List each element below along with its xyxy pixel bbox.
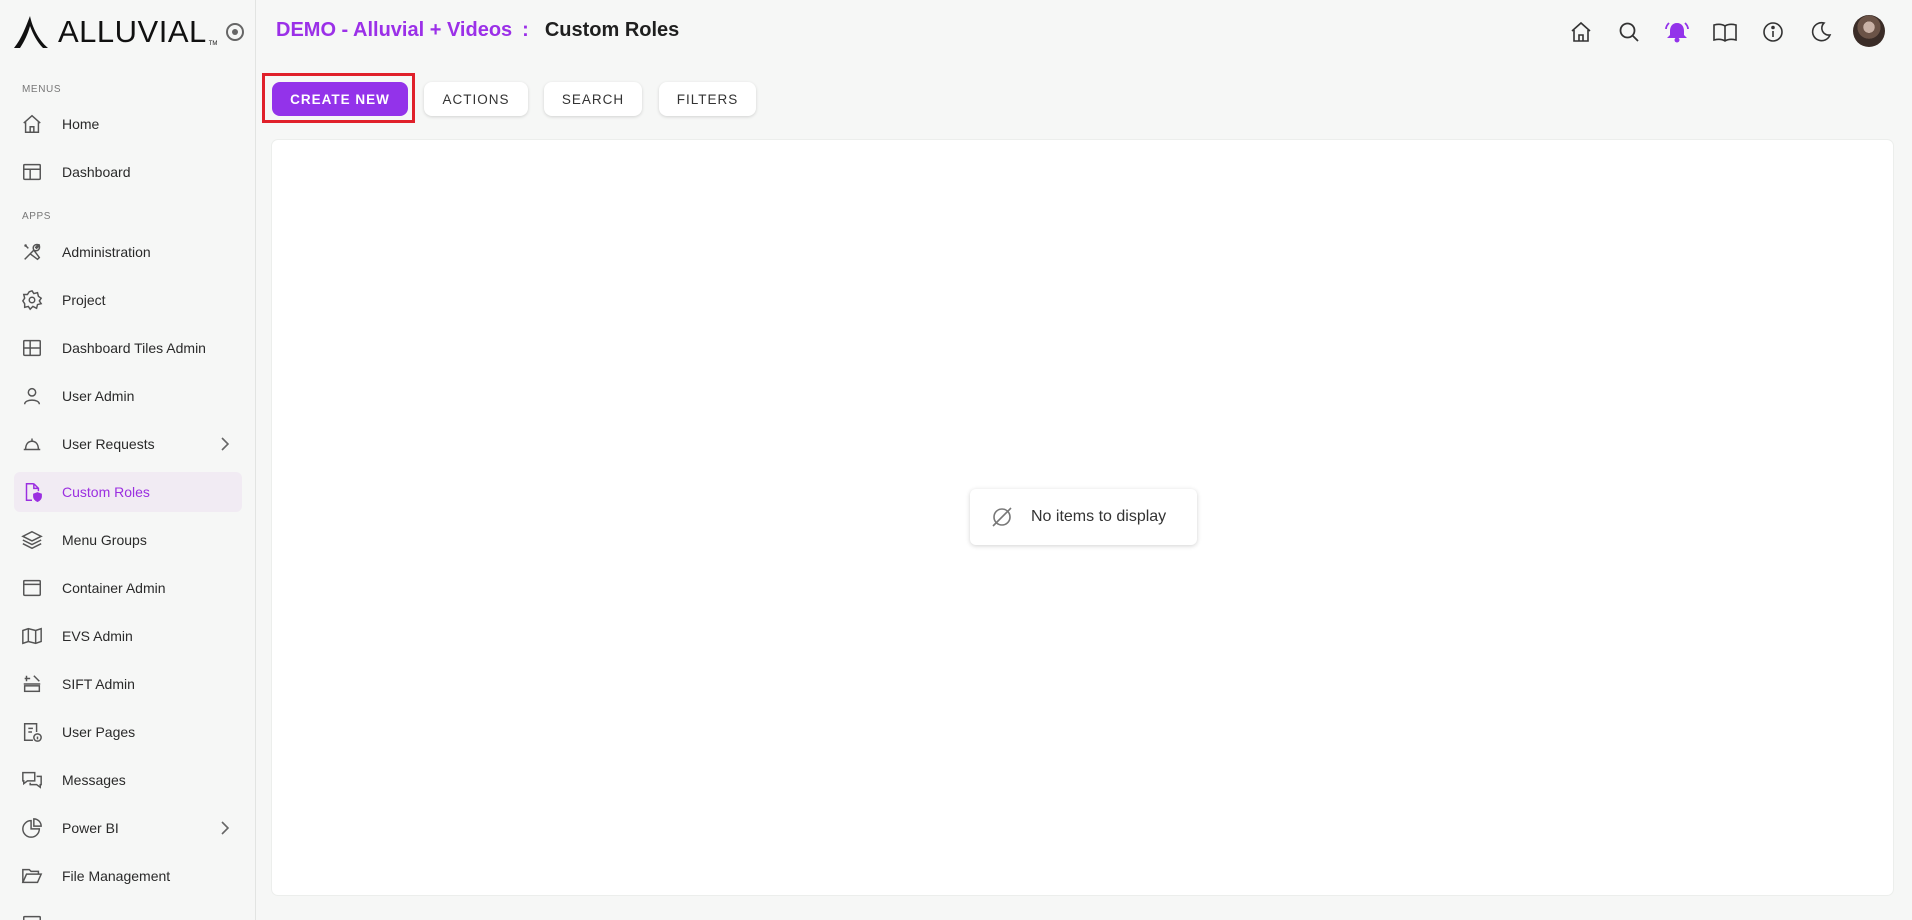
sidebar-item-container-admin[interactable]: Container Admin: [14, 568, 242, 608]
sidebar-item-label: Project: [62, 292, 106, 308]
sidebar-item-file-management[interactable]: File Management: [14, 856, 242, 896]
sidebar-item-dashboard[interactable]: Dashboard: [14, 152, 242, 192]
grid-icon: [21, 337, 43, 359]
page-info-icon: [21, 721, 43, 743]
sidebar-item-user-pages[interactable]: User Pages: [14, 712, 242, 752]
info-icon[interactable]: [1759, 18, 1787, 46]
notification-bell-icon[interactable]: [1663, 18, 1691, 46]
window-icon: [21, 577, 43, 599]
sidebar-item-label: User Admin: [62, 388, 135, 404]
sidebar-item-project[interactable]: Project: [14, 280, 242, 320]
section-label-apps: APPS: [22, 211, 52, 222]
sidebar-item-label: File Management: [62, 868, 171, 884]
highlight-annotation: [262, 73, 415, 123]
empty-state-message: No items to display: [1031, 508, 1167, 525]
map-icon: [21, 625, 43, 647]
chevron-right-icon: [218, 436, 232, 457]
sidebar-item-label: Power BI: [62, 820, 119, 836]
sidebar-item-power-bi[interactable]: Power BI: [14, 808, 242, 848]
filters-button[interactable]: FILTERS: [659, 82, 756, 116]
sidebar-item-label: EVS Admin: [62, 628, 133, 644]
empty-set-icon: [990, 505, 1014, 529]
dashboard-icon: [21, 161, 43, 183]
empty-state: No items to display: [970, 489, 1197, 545]
search-icon[interactable]: [1615, 18, 1643, 46]
file-shield-icon: [21, 481, 43, 503]
alluvial-logo-icon: [14, 16, 48, 48]
chevron-right-icon: [218, 820, 232, 841]
sidebar-item-label: Menu Groups: [62, 532, 147, 548]
sidebar-item-label: Container Admin: [62, 580, 166, 596]
dark-mode-moon-icon[interactable]: [1807, 18, 1835, 46]
sidebar-item-evs-admin[interactable]: EVS Admin: [14, 616, 242, 656]
bell-service-icon: [21, 433, 43, 455]
pie-chart-icon: [21, 817, 43, 839]
sidebar: ALLUVIAL TM MENUS Home Dashboard APPS Ad…: [0, 0, 256, 920]
sidebar-item-label: User Pages: [62, 724, 136, 740]
title-separator: :: [522, 19, 529, 41]
sidebar-item-home[interactable]: Home: [14, 104, 242, 144]
sidebar-item-label: Home: [62, 116, 100, 132]
user-avatar[interactable]: [1853, 15, 1885, 47]
actions-button[interactable]: ACTIONS: [424, 82, 528, 116]
sidebar-item-sift-admin[interactable]: SIFT Admin: [14, 664, 242, 704]
pin-sidebar-icon[interactable]: [226, 23, 244, 41]
sidebar-item-label: SIFT Admin: [62, 676, 135, 692]
sidebar-item-label: Dashboard: [62, 164, 131, 180]
page-header: DEMO - Alluvial + Videos : Custom Roles: [276, 19, 679, 42]
section-label-menus: MENUS: [22, 84, 62, 95]
sidebar-item-custom-roles[interactable]: Custom Roles: [14, 472, 242, 512]
gear-icon: [21, 289, 43, 311]
sidebar-item-user-admin[interactable]: User Admin: [14, 376, 242, 416]
sidebar-item-partial[interactable]: [14, 904, 242, 920]
user-icon: [21, 385, 43, 407]
sidebar-item-label: User Requests: [62, 436, 155, 452]
layers-icon: [21, 529, 43, 551]
sidebar-item-dashboard-tiles-admin[interactable]: Dashboard Tiles Admin: [14, 328, 242, 368]
home-icon: [21, 113, 43, 135]
sidebar-item-label: Custom Roles: [62, 484, 150, 500]
sidebar-item-label: Administration: [62, 244, 151, 260]
sidebar-item-menu-groups[interactable]: Menu Groups: [14, 520, 242, 560]
folder-open-icon: [21, 865, 43, 887]
sift-icon: [21, 673, 43, 695]
sidebar-item-label: Dashboard Tiles Admin: [62, 340, 206, 356]
sidebar-item-messages[interactable]: Messages: [14, 760, 242, 800]
sidebar-item-label: Messages: [62, 772, 126, 788]
sidebar-item-user-requests[interactable]: User Requests: [14, 424, 242, 464]
chat-icon: [21, 769, 43, 791]
logo-trademark: TM: [208, 41, 218, 47]
logo-text: ALLUVIAL: [58, 14, 207, 49]
alluvial-logo[interactable]: ALLUVIAL TM: [12, 10, 217, 54]
project-name[interactable]: DEMO - Alluvial + Videos: [276, 19, 512, 42]
sidebar-item-administration[interactable]: Administration: [14, 232, 242, 272]
content-panel: No items to display: [272, 140, 1893, 895]
book-icon[interactable]: [1711, 18, 1739, 46]
tools-icon: [21, 241, 43, 263]
home-icon[interactable]: [1567, 18, 1595, 46]
window-icon: [21, 913, 43, 920]
page-title: Custom Roles: [544, 19, 680, 41]
search-button[interactable]: SEARCH: [544, 82, 642, 116]
